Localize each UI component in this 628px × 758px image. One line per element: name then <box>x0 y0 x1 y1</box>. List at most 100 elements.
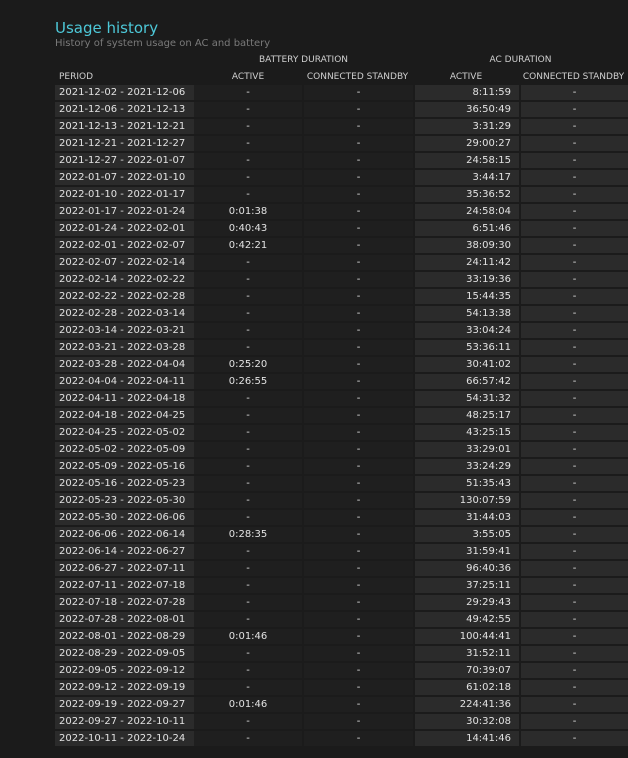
cell-ac-active: 31:52:11 <box>413 646 519 663</box>
cell-battery-standby: - <box>302 170 413 187</box>
cell-battery-active: - <box>194 102 302 119</box>
cell-battery-standby: - <box>302 697 413 714</box>
cell-battery-standby: - <box>302 646 413 663</box>
cell-battery-standby: - <box>302 136 413 153</box>
cell-period: 2022-07-18 - 2022-07-28 <box>55 595 194 612</box>
ac-duration-header: AC DURATION <box>489 55 552 65</box>
cell-ac-standby: - <box>519 697 628 714</box>
table-row: 2022-06-06 - 2022-06-14 0:28:35-3:55:05- <box>55 527 628 544</box>
report-header: Usage history History of system usage on… <box>55 18 270 50</box>
cell-ac-standby: - <box>519 731 628 748</box>
table-row: 2022-03-28 - 2022-04-04 0:25:20-30:41:02- <box>55 357 628 374</box>
cell-battery-standby: - <box>302 340 413 357</box>
cell-ac-standby: - <box>519 680 628 697</box>
cell-ac-active: 37:25:11 <box>413 578 519 595</box>
cell-ac-active: 24:11:42 <box>413 255 519 272</box>
cell-ac-active: 24:58:04 <box>413 204 519 221</box>
cell-battery-active: - <box>194 731 302 748</box>
cell-battery-active: - <box>194 493 302 510</box>
cell-ac-active: 130:07:59 <box>413 493 519 510</box>
cell-ac-standby: - <box>519 340 628 357</box>
cell-battery-standby: - <box>302 476 413 493</box>
cell-battery-active: - <box>194 272 302 289</box>
table-row: 2022-07-28 - 2022-08-01- -49:42:55- <box>55 612 628 629</box>
cell-ac-standby: - <box>519 561 628 578</box>
table-row: 2022-06-27 - 2022-07-11- -96:40:36- <box>55 561 628 578</box>
cell-period: 2022-10-11 - 2022-10-24 <box>55 731 194 748</box>
cell-ac-active: 33:24:29 <box>413 459 519 476</box>
cell-ac-active: 53:36:11 <box>413 340 519 357</box>
cell-ac-standby: - <box>519 629 628 646</box>
cell-period: 2022-01-17 - 2022-01-24 <box>55 204 194 221</box>
cell-battery-standby: - <box>302 731 413 748</box>
cell-battery-standby: - <box>302 374 413 391</box>
cell-ac-standby: - <box>519 374 628 391</box>
cell-battery-active: - <box>194 510 302 527</box>
table-row: 2022-05-16 - 2022-05-23- -51:35:43- <box>55 476 628 493</box>
column-header-battery-active: ACTIVE <box>231 71 265 82</box>
cell-battery-active: - <box>194 425 302 442</box>
cell-battery-standby: - <box>302 323 413 340</box>
cell-battery-standby: - <box>302 391 413 408</box>
cell-ac-active: 54:31:32 <box>413 391 519 408</box>
table-row: 2022-02-28 - 2022-03-14- -54:13:38- <box>55 306 628 323</box>
cell-ac-active: 49:42:55 <box>413 612 519 629</box>
column-header-battery-standby: CONNECTED STANDBY <box>306 71 409 82</box>
cell-ac-standby: - <box>519 238 628 255</box>
cell-period: 2022-03-28 - 2022-04-04 <box>55 357 194 374</box>
cell-battery-active: - <box>194 663 302 680</box>
table-row: 2022-07-11 - 2022-07-18- -37:25:11- <box>55 578 628 595</box>
cell-battery-standby: - <box>302 204 413 221</box>
cell-ac-standby: - <box>519 544 628 561</box>
cell-battery-active: 0:40:43 <box>194 221 302 238</box>
cell-ac-active: 43:25:15 <box>413 425 519 442</box>
table-row: 2021-12-21 - 2021-12-27- -29:00:27- <box>55 136 628 153</box>
cell-ac-standby: - <box>519 221 628 238</box>
cell-ac-standby: - <box>519 527 628 544</box>
table-row: 2022-06-14 - 2022-06-27- -31:59:41- <box>55 544 628 561</box>
cell-ac-active: 3:55:05 <box>413 527 519 544</box>
table-row: 2021-12-02 - 2021-12-06- -8:11:59- <box>55 85 628 102</box>
cell-ac-active: 15:44:35 <box>413 289 519 306</box>
cell-period: 2022-07-11 - 2022-07-18 <box>55 578 194 595</box>
cell-period: 2022-07-28 - 2022-08-01 <box>55 612 194 629</box>
cell-ac-active: 54:13:38 <box>413 306 519 323</box>
cell-period: 2022-04-04 - 2022-04-11 <box>55 374 194 391</box>
cell-ac-standby: - <box>519 289 628 306</box>
cell-battery-active: 0:01:38 <box>194 204 302 221</box>
cell-battery-active: - <box>194 255 302 272</box>
cell-ac-standby: - <box>519 136 628 153</box>
cell-period: 2022-05-09 - 2022-05-16 <box>55 459 194 476</box>
cell-period: 2022-01-07 - 2022-01-10 <box>55 170 194 187</box>
cell-ac-standby: - <box>519 425 628 442</box>
cell-battery-standby: - <box>302 459 413 476</box>
table-row: 2022-09-05 - 2022-09-12- -70:39:07- <box>55 663 628 680</box>
table-row: 2022-05-02 - 2022-05-09- -33:29:01- <box>55 442 628 459</box>
cell-battery-standby: - <box>302 493 413 510</box>
cell-ac-standby: - <box>519 272 628 289</box>
cell-battery-standby: - <box>302 425 413 442</box>
cell-ac-standby: - <box>519 646 628 663</box>
table-row: 2022-03-21 - 2022-03-28- -53:36:11- <box>55 340 628 357</box>
cell-battery-active: - <box>194 306 302 323</box>
cell-period: 2022-05-02 - 2022-05-09 <box>55 442 194 459</box>
cell-battery-active: - <box>194 714 302 731</box>
cell-ac-active: 29:00:27 <box>413 136 519 153</box>
cell-battery-active: - <box>194 544 302 561</box>
cell-period: 2021-12-06 - 2021-12-13 <box>55 102 194 119</box>
cell-ac-active: 30:32:08 <box>413 714 519 731</box>
usage-history-table: BATTERY DURATION AC DURATION PERIOD ACTI… <box>55 52 628 748</box>
cell-period: 2022-09-19 - 2022-09-27 <box>55 697 194 714</box>
cell-battery-active: - <box>194 170 302 187</box>
cell-battery-active: - <box>194 459 302 476</box>
cell-ac-standby: - <box>519 119 628 136</box>
cell-battery-active: - <box>194 680 302 697</box>
cell-ac-standby: - <box>519 102 628 119</box>
cell-ac-active: 48:25:17 <box>413 408 519 425</box>
table-row: 2021-12-27 - 2022-01-07- -24:58:15- <box>55 153 628 170</box>
table-row: 2022-02-14 - 2022-02-22- -33:19:36- <box>55 272 628 289</box>
cell-battery-active: 0:42:21 <box>194 238 302 255</box>
cell-battery-standby: - <box>302 544 413 561</box>
cell-ac-active: 35:36:52 <box>413 187 519 204</box>
cell-ac-active: 70:39:07 <box>413 663 519 680</box>
